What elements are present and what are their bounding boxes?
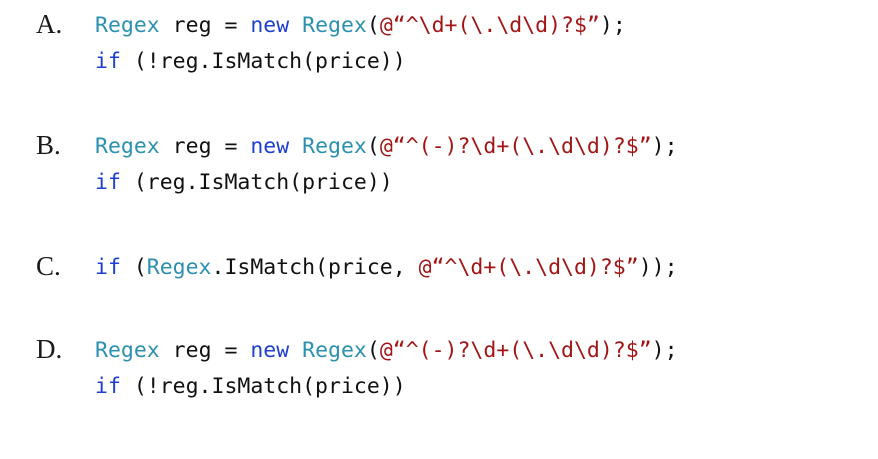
code-type-token: Regex xyxy=(95,13,160,38)
code-keyword-token: new xyxy=(250,13,290,38)
code-keyword-token: if xyxy=(95,49,121,74)
code-string-token: @“^\d+(\.\d\d)?$” xyxy=(379,13,600,38)
code-text-token: reg = xyxy=(159,13,251,38)
code-text-token: ); xyxy=(651,134,678,159)
code-type-token: Regex xyxy=(302,134,367,159)
code-text-token: ); xyxy=(651,338,678,363)
code-text-token: ( xyxy=(366,338,380,363)
code-keyword-token: new xyxy=(250,338,290,363)
code-text-token: (!reg.IsMatch(price)) xyxy=(120,374,406,399)
code-text-token: (!reg.IsMatch(price)) xyxy=(120,49,406,74)
code-text-token: ( xyxy=(366,134,380,159)
code-string-token: @“^\d+(\.\d\d)?$” xyxy=(418,255,639,280)
code-text-token: ( xyxy=(120,255,147,280)
code-type-token: Regex xyxy=(95,338,160,363)
option-a-letter: A. xyxy=(36,9,63,39)
code-type-token: Regex xyxy=(302,338,367,363)
code-type-token: Regex xyxy=(146,255,212,280)
option-b-code-line-1: Regex reg = new Regex(@“^(-)?\d+(\.\d\d)… xyxy=(95,129,678,165)
option-c-code-line-1: if (Regex.IsMatch(price, @“^\d+(\.\d\d)?… xyxy=(95,250,678,286)
code-keyword-token: if xyxy=(95,374,121,399)
code-keyword-token: if xyxy=(95,170,121,195)
code-text-token: )); xyxy=(638,255,678,280)
option-a-code-line-1: Regex reg = new Regex(@“^\d+(\.\d\d)?$”)… xyxy=(95,8,626,44)
code-keyword-token: new xyxy=(250,134,290,159)
option-a-code-line-2: if (!reg.IsMatch(price)) xyxy=(95,44,406,80)
option-d-code-line-2: if (!reg.IsMatch(price)) xyxy=(95,369,406,405)
code-text-token: ); xyxy=(599,13,626,38)
code-keyword-token: if xyxy=(95,255,121,280)
code-text-token: (reg.IsMatch(price)) xyxy=(120,170,393,195)
code-text-token: reg = xyxy=(159,338,251,363)
answer-options-page: A. Regex reg = new Regex(@“^\d+(\.\d\d)?… xyxy=(0,0,878,459)
option-d-letter: D. xyxy=(36,334,63,364)
option-b-letter: B. xyxy=(36,130,61,160)
option-c-letter: C. xyxy=(36,251,61,281)
code-type-token: Regex xyxy=(302,13,367,38)
code-text-token: reg = xyxy=(159,134,251,159)
option-b-code-line-2: if (reg.IsMatch(price)) xyxy=(95,165,393,201)
code-string-token: @“^(-)?\d+(\.\d\d)?$” xyxy=(379,338,652,363)
code-string-token: @“^(-)?\d+(\.\d\d)?$” xyxy=(379,134,652,159)
option-d-code-line-1: Regex reg = new Regex(@“^(-)?\d+(\.\d\d)… xyxy=(95,333,678,369)
code-text-token: ( xyxy=(366,13,380,38)
code-text-token: .IsMatch(price, xyxy=(211,255,419,280)
code-type-token: Regex xyxy=(95,134,160,159)
